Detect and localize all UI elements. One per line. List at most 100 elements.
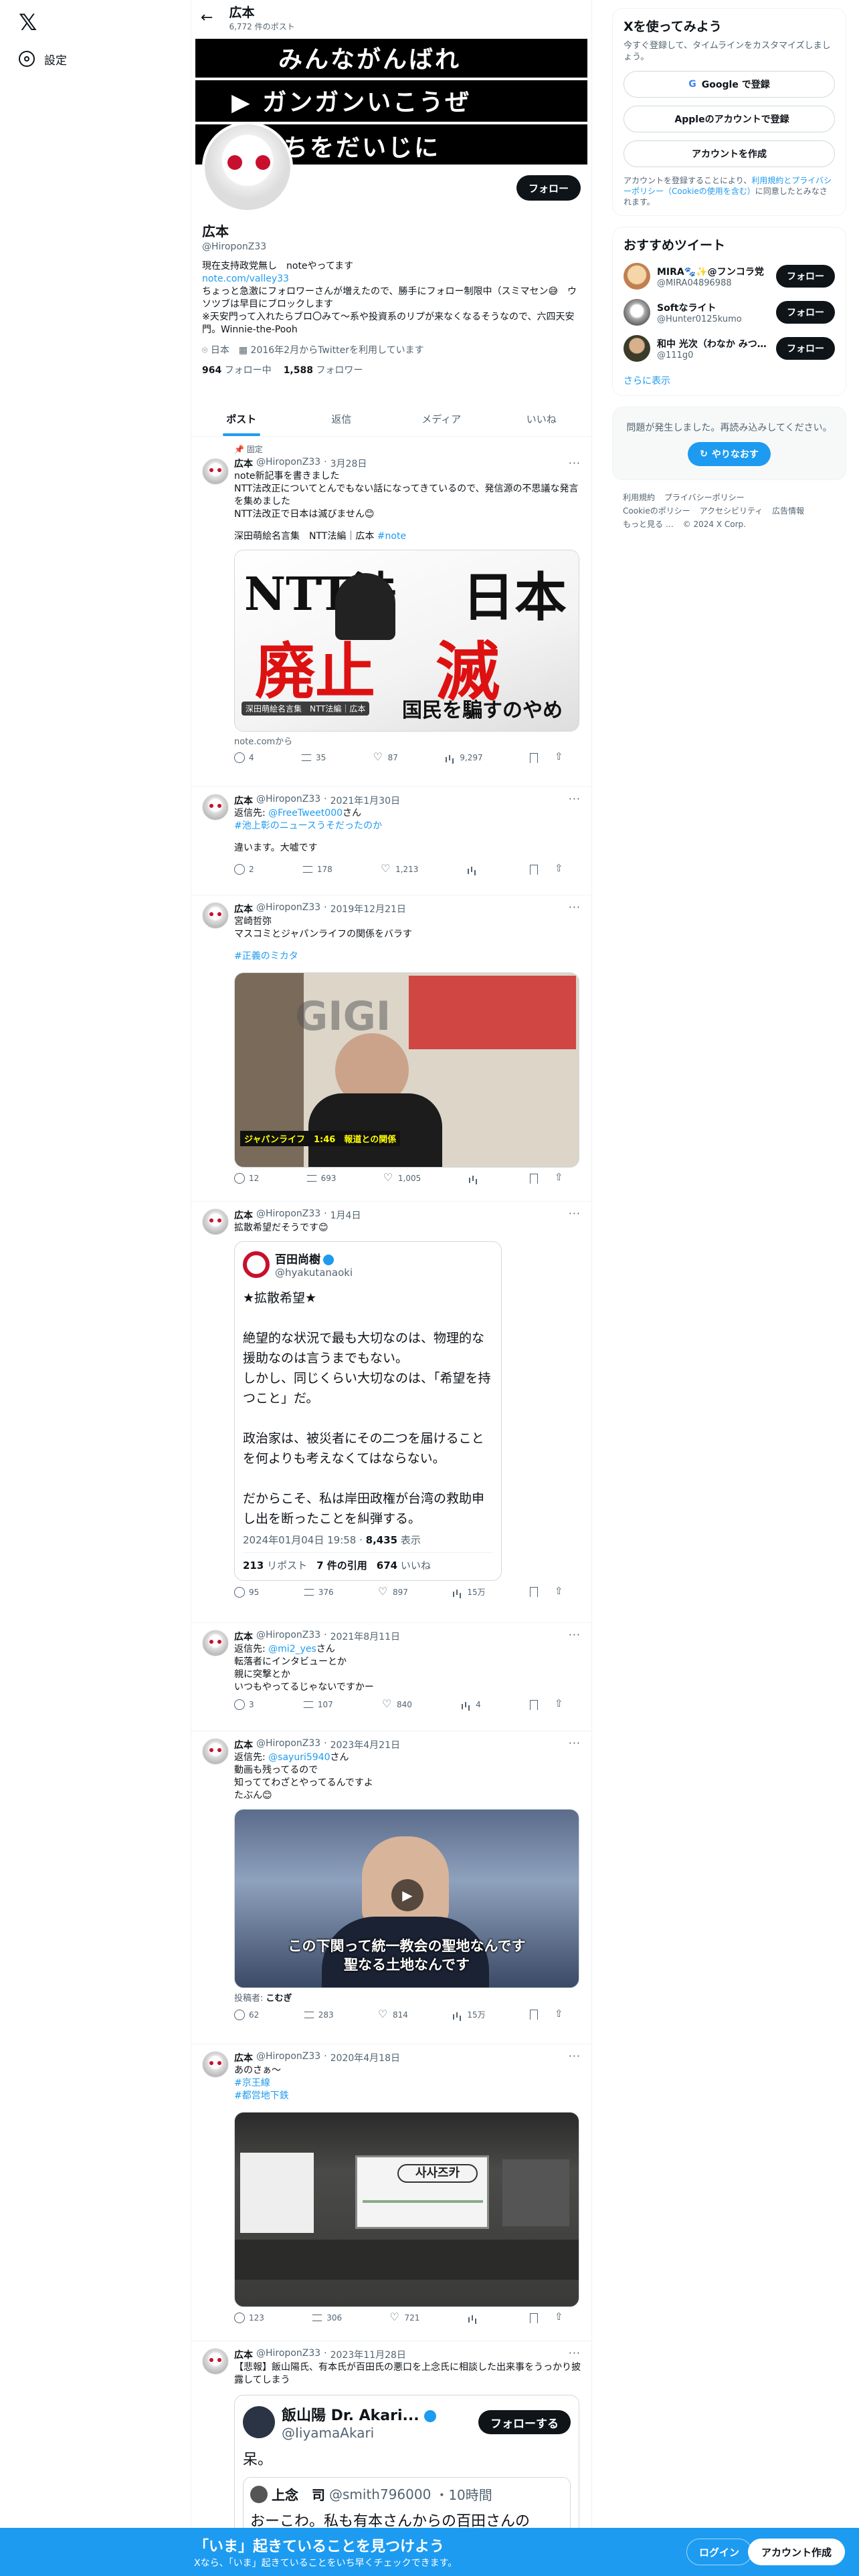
like-button[interactable]: 87	[373, 750, 398, 763]
reply-button[interactable]: 3	[234, 1699, 254, 1710]
suggestion-follow-button[interactable]: フォロー	[776, 337, 835, 360]
card-source[interactable]: note.comから	[234, 734, 581, 747]
share-icon[interactable]	[554, 1585, 565, 1598]
tweet-author-handle[interactable]: @HiroponZ33	[256, 794, 320, 807]
tab-posts[interactable]: ポスト	[191, 401, 292, 436]
bookmark-icon[interactable]	[530, 2010, 538, 2020]
views-button[interactable]	[467, 864, 482, 875]
quoted-tweet-card[interactable]: 百田尚樹 @hyakutanaoki ★拡散希望★ 絶望的な状況で最も大切なのは…	[234, 1241, 502, 1581]
more-options-icon[interactable]: ···	[569, 792, 581, 805]
bookmark-icon[interactable]	[529, 1173, 538, 1184]
back-arrow-icon[interactable]: ←	[201, 9, 213, 26]
tweet-author-handle[interactable]: @HiroponZ33	[256, 1630, 320, 1643]
reply-button[interactable]: 123	[234, 2313, 264, 2323]
like-button[interactable]: 1,005	[383, 1171, 421, 1184]
like-button[interactable]: 721	[389, 2311, 419, 2323]
login-button[interactable]: ログイン	[686, 2539, 753, 2565]
retweet-button[interactable]: 693	[306, 1173, 337, 1184]
suggestion-item[interactable]: MIRA🐾✨@フンコラ党 @MIRA04896988 フォロー	[624, 263, 835, 290]
tweet-date[interactable]: 2023年4月21日	[330, 1738, 400, 1751]
poster-name[interactable]: こむぎ	[266, 1994, 292, 2004]
more-options-icon[interactable]: ···	[569, 901, 581, 914]
reply-button[interactable]: 4	[234, 752, 254, 763]
tweet-hashtag[interactable]: #正義のミカタ	[234, 950, 581, 963]
tweet[interactable]: ··· 広本 @HiroponZ33 · 2021年8月11日 返信先: @mi2_y…	[191, 1623, 591, 1731]
show-more-link[interactable]: さらに表示	[624, 374, 835, 387]
suggestion-follow-button[interactable]: フォロー	[776, 301, 835, 324]
views-button[interactable]: 15万	[452, 1586, 486, 1598]
like-button[interactable]: 840	[382, 1697, 412, 1710]
suggestion-item[interactable]: 和中 光次（わなか みつ… @111g0 フォロー	[624, 335, 835, 362]
create-account-button[interactable]: アカウントを作成	[624, 140, 835, 167]
apple-signup-button[interactable]: Appleのアカウントで登録	[624, 106, 835, 132]
like-button[interactable]: 814	[378, 2008, 408, 2020]
tweet-author-handle[interactable]: @HiroponZ33	[256, 1208, 320, 1222]
tweet-avatar[interactable]	[202, 1630, 229, 1656]
bio-link[interactable]: note.com/valley33	[202, 274, 289, 284]
tab-media[interactable]: メディア	[391, 401, 492, 436]
reply-to-handle[interactable]: @sayuri5940	[268, 1752, 330, 1763]
tweet-author-handle[interactable]: @HiroponZ33	[256, 457, 320, 470]
signup-button[interactable]: アカウント作成	[748, 2539, 846, 2565]
views-button[interactable]: 9,297	[445, 752, 483, 763]
footer-accessibility[interactable]: アクセシビリティ	[700, 506, 763, 516]
share-icon[interactable]	[554, 1697, 565, 1710]
tab-likes[interactable]: いいね	[492, 401, 592, 436]
more-options-icon[interactable]: ···	[569, 1207, 581, 1220]
tweet-avatar[interactable]	[202, 1208, 229, 1235]
retweet-button[interactable]: 306	[312, 2313, 342, 2323]
tweet-author-handle[interactable]: @HiroponZ33	[256, 2348, 320, 2361]
reply-button[interactable]: 2	[234, 864, 254, 875]
retweet-button[interactable]: 178	[302, 864, 332, 875]
like-button[interactable]: 1,213	[381, 862, 418, 875]
tweet-date[interactable]: 1月4日	[330, 1208, 361, 1222]
retweet-button[interactable]: 35	[301, 752, 326, 763]
tweet-author-name[interactable]: 広本	[234, 902, 253, 916]
tweet-avatar[interactable]	[202, 2051, 229, 2078]
tweet-hashtag[interactable]: #池上彰のニュースうそだったのか	[234, 820, 581, 833]
suggestion-item[interactable]: Softなライト @Hunter0125kumo フォロー	[624, 299, 835, 326]
more-options-icon[interactable]: ···	[569, 1628, 581, 1641]
tweet-date[interactable]: 2019年12月21日	[330, 902, 406, 916]
share-icon[interactable]	[554, 750, 565, 763]
more-options-icon[interactable]: ···	[569, 2347, 581, 2359]
tweet-author-handle[interactable]: @HiroponZ33	[256, 902, 320, 916]
views-button[interactable]: 15万	[452, 2009, 486, 2020]
tweet[interactable]: 📌 固定 ··· 広本 @HiroponZ33 · 3月28日 note新記事を書きま…	[191, 437, 591, 787]
tweet-author-name[interactable]: 広本	[234, 457, 253, 470]
following-link[interactable]: 964 フォロー中	[202, 363, 272, 377]
views-button[interactable]: 4	[461, 1699, 481, 1710]
bookmark-icon[interactable]	[530, 1587, 538, 1597]
tweet-author-name[interactable]: 広本	[234, 2051, 253, 2064]
tweet-author-handle[interactable]: @HiroponZ33	[256, 1738, 320, 1751]
followers-link[interactable]: 1,588 フォロワー	[284, 363, 363, 377]
footer-ads[interactable]: 広告情報	[772, 506, 804, 516]
profile-avatar[interactable]	[202, 122, 293, 213]
tweet-date[interactable]: 2020年4月18日	[330, 2051, 400, 2064]
tweet-avatar[interactable]	[202, 2348, 229, 2375]
tweet-avatar[interactable]	[202, 458, 229, 485]
bookmark-icon[interactable]	[530, 752, 538, 763]
reply-to-handle[interactable]: @mi2_yes	[268, 1644, 316, 1654]
share-icon[interactable]	[554, 862, 565, 875]
tweet-video-thumbnail[interactable]: ▶ この下関って統一教会の聖地なんです 聖なる土地なんです	[234, 1809, 579, 1988]
reply-button[interactable]: 95	[234, 1586, 259, 1598]
more-options-icon[interactable]: ···	[569, 457, 581, 469]
tweet-date[interactable]: 2021年1月30日	[330, 794, 400, 807]
more-options-icon[interactable]: ···	[569, 2050, 581, 2062]
bookmark-icon[interactable]	[529, 2313, 538, 2323]
retweet-button[interactable]: 376	[303, 1586, 334, 1598]
tweet[interactable]: ··· 広本 @HiroponZ33 · 1月4日 拡散希望だそうです😊 百田尚樹 @…	[191, 1202, 591, 1623]
tweet-author-name[interactable]: 広本	[234, 794, 253, 807]
x-logo-icon[interactable]: 𝕏	[19, 9, 45, 36]
tweet-author-name[interactable]: 広本	[234, 1208, 253, 1222]
tweet-hashtag[interactable]: #note	[377, 531, 406, 542]
tweet-photo[interactable]: 사사즈카	[234, 2112, 579, 2307]
footer-terms[interactable]: 利用規約	[623, 493, 655, 502]
tweet-date[interactable]: 3月28日	[330, 457, 367, 470]
views-button[interactable]	[468, 1173, 483, 1184]
tweet[interactable]: ··· 広本 @HiroponZ33 · 2021年1月30日 返信先: @FreeT…	[191, 787, 591, 895]
follow-button[interactable]: フォロー	[516, 175, 581, 201]
tweet-avatar[interactable]	[202, 794, 229, 821]
tweet-author-name[interactable]: 広本	[234, 1630, 253, 1643]
